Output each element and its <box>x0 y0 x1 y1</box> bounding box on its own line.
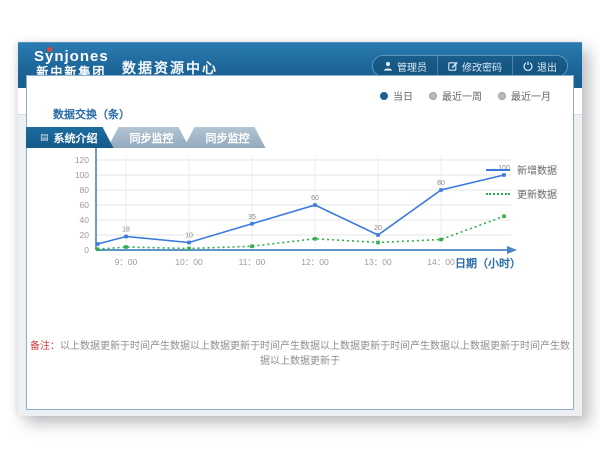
chart-legend: 新增数据 更新数据 <box>486 162 557 201</box>
line-chart: 9：00 10：00 11：00 12：00 13：00 14：00 0 20 40 60 80 10… <box>41 124 531 292</box>
svg-text:13：00: 13：00 <box>364 257 392 267</box>
svg-text:80: 80 <box>80 185 90 195</box>
legend-item-update-data: 更新数据 <box>486 186 557 201</box>
solid-line-icon <box>486 169 510 171</box>
svg-text:14：00: 14：00 <box>427 257 455 267</box>
tab-sync-monitor-1[interactable]: 同步监控 <box>108 127 190 148</box>
tab-sync-monitor-2[interactable]: 同步监控 <box>184 127 266 148</box>
range-option[interactable]: 当日 <box>380 88 413 103</box>
svg-text:20: 20 <box>80 230 90 240</box>
admin-user-button[interactable]: 管理员 <box>373 56 437 76</box>
radio-icon <box>380 92 388 100</box>
svg-text:40: 40 <box>80 215 90 225</box>
note-text: 以上数据更新于时间产生数据以上数据更新于时间产生数据以上数据更新于时间产生数据以… <box>60 341 570 367</box>
svg-text:12：00: 12：00 <box>301 257 329 267</box>
tab-system-intro[interactable]: ▤ 系统介绍 <box>26 127 114 148</box>
logout-button[interactable]: 退出 <box>512 56 567 76</box>
chart-area: 9：00 10：00 11：00 12：00 13：00 14：00 0 20 40 60 80 10… <box>41 124 531 297</box>
svg-text:100: 100 <box>75 170 89 180</box>
logo-red-dot <box>47 47 52 52</box>
user-menu: 管理员 修改密码 退出 <box>372 55 568 77</box>
svg-text:120: 120 <box>75 155 89 165</box>
app-window: Synjones 新中新集团 数据资源中心 管理员 修改密码 <box>18 42 582 416</box>
range-option[interactable]: 最近一周 <box>429 88 482 103</box>
brand-name: Synjones <box>34 48 109 65</box>
y-axis-title: 数据交换（条） <box>53 106 130 122</box>
user-icon <box>383 61 393 71</box>
time-range-filter: 当日 最近一周 最近一月 <box>380 88 551 103</box>
footnote: 备注：以上数据更新于时间产生数据以上数据更新于时间产生数据以上数据更新于时间产生… <box>27 337 573 367</box>
document-icon: ▤ <box>40 133 49 142</box>
svg-text:35: 35 <box>248 214 256 221</box>
svg-text:0: 0 <box>84 245 89 255</box>
svg-text:11：00: 11：00 <box>239 257 266 267</box>
radio-icon <box>429 92 437 100</box>
power-icon <box>523 61 533 71</box>
svg-text:60: 60 <box>311 195 319 202</box>
svg-text:10：00: 10：00 <box>175 257 203 267</box>
legend-item-new-data: 新增数据 <box>486 162 557 177</box>
range-option[interactable]: 最近一月 <box>498 88 551 103</box>
svg-text:80: 80 <box>437 180 445 187</box>
radio-icon <box>498 92 506 100</box>
svg-text:18: 18 <box>122 227 130 234</box>
change-password-button[interactable]: 修改密码 <box>437 56 512 76</box>
svg-text:9：00: 9：00 <box>115 257 138 267</box>
svg-text:60: 60 <box>80 200 90 210</box>
dotted-line-icon <box>486 193 510 195</box>
content-panel: 当日 最近一周 最近一月 数据交换（条） 9：00 10：00 11：00 12：00… <box>26 75 574 410</box>
edit-icon <box>448 61 458 71</box>
svg-text:日期（小时）: 日期（小时） <box>455 256 521 270</box>
note-label: 备注： <box>30 341 60 352</box>
svg-text:10: 10 <box>185 233 193 240</box>
svg-text:20: 20 <box>374 225 382 232</box>
